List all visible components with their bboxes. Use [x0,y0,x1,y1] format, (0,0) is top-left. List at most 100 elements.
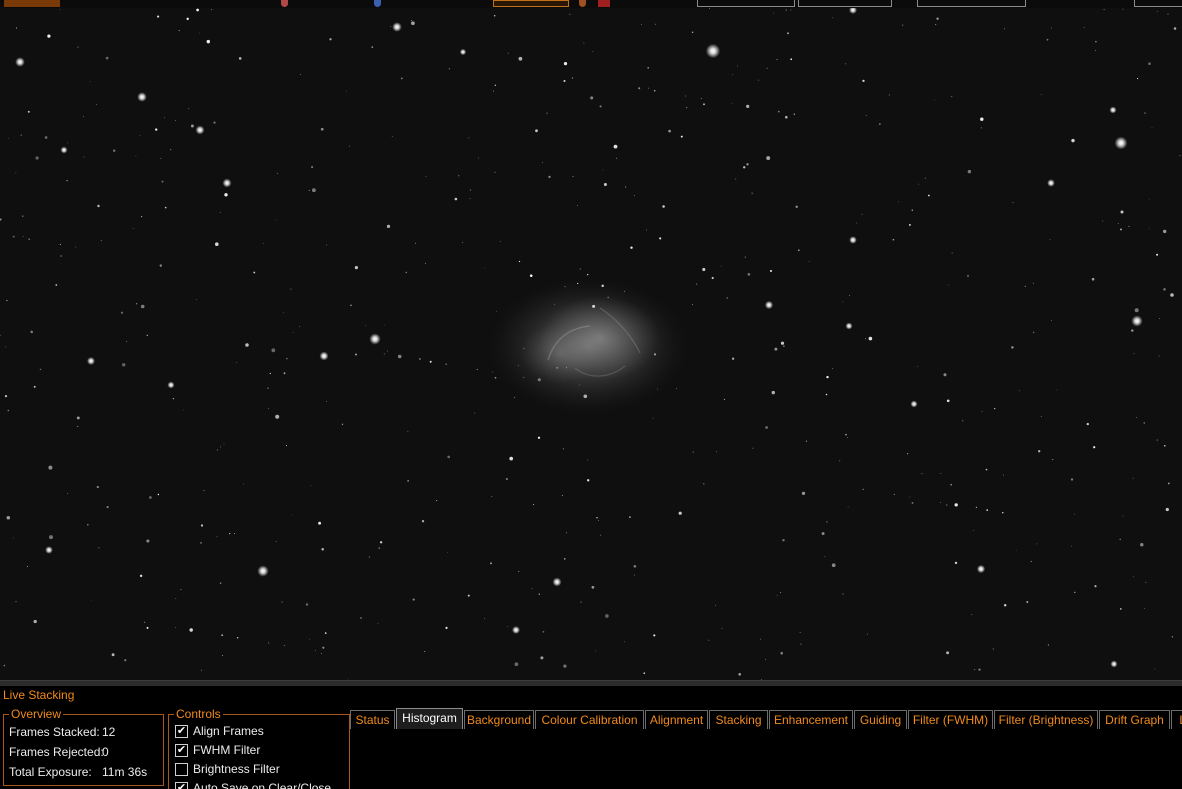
star [798,249,800,251]
checkbox[interactable]: ✔ [175,725,188,738]
star [1133,576,1135,578]
star [387,350,388,352]
toolbar-active-button[interactable] [4,0,60,7]
star [349,145,350,147]
star [715,604,717,606]
star [60,146,68,154]
toolbar-orange-icon[interactable] [579,0,586,7]
live-stacking-panel: Live Stacking Overview Frames Stacked: 1… [0,686,1182,789]
star [1091,277,1095,281]
star [566,367,567,369]
tab-lo[interactable]: Lo [1171,710,1182,729]
star [311,166,314,169]
toolbar-dropdown-3[interactable] [917,0,1026,7]
star [921,473,923,475]
toolbar-dropdown-2[interactable] [798,0,892,7]
star [845,434,847,436]
star [267,387,269,389]
tab-alignment[interactable]: Alignment [645,710,708,729]
star [1032,282,1034,284]
tab-status[interactable]: Status [350,710,395,729]
star [1040,94,1042,96]
star [126,341,128,343]
star [35,156,39,160]
star [587,479,590,482]
star [980,117,984,121]
star [286,358,288,360]
toolbar-red-icon[interactable] [281,0,288,7]
star [341,423,344,425]
star [1134,308,1139,313]
star [0,218,2,221]
tab-colour-calibration[interactable]: Colour Calibration [535,710,644,729]
star [223,443,225,445]
star [744,256,746,258]
toolbar-close-icon[interactable] [1032,0,1072,7]
checkbox[interactable]: ✔ [175,782,188,789]
star [616,157,617,159]
star [981,411,983,413]
star [1173,27,1177,30]
star [1083,26,1085,28]
star [1143,607,1145,609]
star [447,455,451,459]
star [5,346,7,348]
star [980,127,982,129]
tab-guiding[interactable]: Guiding [854,710,907,729]
top-toolbar [0,0,1182,8]
star [587,273,589,276]
star [978,668,981,671]
star [760,638,761,640]
star [243,483,245,485]
star [633,564,637,568]
toolbar-record-icon[interactable] [598,0,610,7]
star [918,183,919,185]
total-exposure-value: 11m 36s [102,765,148,779]
tab-background[interactable]: Background [464,710,534,729]
star [160,157,162,159]
tab-histogram[interactable]: Histogram [396,708,463,729]
star [67,493,69,494]
image-viewer[interactable] [0,8,1182,680]
star [219,582,222,584]
star [28,238,30,240]
star [595,650,596,652]
star [1018,390,1020,392]
overview-legend: Overview [9,707,64,721]
star [975,506,978,509]
star [1003,28,1005,30]
tab-filter-brightness[interactable]: Filter (Brightness) [994,710,1098,729]
tab-stacking[interactable]: Stacking [709,710,768,729]
star [314,650,316,652]
toolbar-dropdown-1[interactable] [697,0,795,7]
star [157,15,160,18]
toolbar-blue-icon[interactable] [374,0,381,7]
nebula-image [488,278,688,414]
tab-enhancement[interactable]: Enhancement [769,710,853,729]
tab-filter-fwhm[interactable]: Filter (FWHM) [908,710,993,729]
star [478,157,480,159]
star [445,363,447,366]
tab-drift-graph[interactable]: Drift Graph [1099,710,1170,729]
star [785,115,788,119]
checkbox[interactable]: ✔ [175,744,188,757]
star [175,598,177,599]
star [580,601,582,603]
checkbox[interactable] [175,763,188,776]
star [1159,318,1161,319]
star [495,310,497,312]
star [865,115,867,116]
star [845,322,853,330]
star [281,601,283,603]
controls-group: Controls ✔ Align Frames ✔ FWHM Filter Bright… [168,707,350,789]
star [484,618,486,619]
toolbar-selected-button[interactable] [493,0,569,7]
toolbar-dropdown-4[interactable] [1134,0,1182,7]
star [629,516,631,518]
star [186,17,189,21]
star [368,556,370,558]
star [569,13,571,15]
star [369,333,381,345]
star [1086,422,1089,426]
frames-rejected-label: Frames Rejected: [9,745,104,759]
